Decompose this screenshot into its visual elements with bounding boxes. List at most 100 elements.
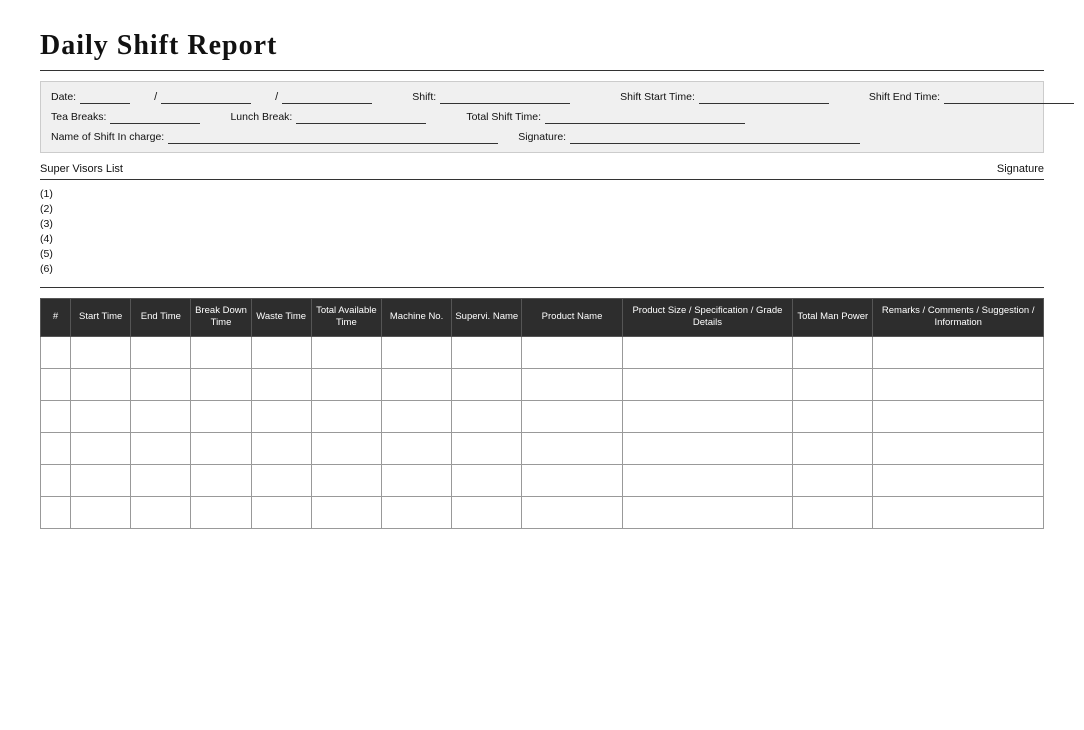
table-cell-r5-c0[interactable] (41, 496, 71, 528)
table-cell-r2-c1[interactable] (71, 400, 131, 432)
table-cell-r5-c9[interactable] (622, 496, 793, 528)
table-cell-r5-c10[interactable] (793, 496, 873, 528)
table-cell-r3-c3[interactable] (191, 432, 251, 464)
col-header-spec: Product Size / Specification / Grade Det… (622, 299, 793, 337)
table-cell-r2-c10[interactable] (793, 400, 873, 432)
table-cell-r3-c7[interactable] (452, 432, 522, 464)
table-cell-r1-c8[interactable] (522, 368, 622, 400)
col-header-product: Product Name (522, 299, 622, 337)
table-cell-r2-c7[interactable] (452, 400, 522, 432)
table-cell-r0-c4[interactable] (251, 336, 311, 368)
table-cell-r3-c1[interactable] (71, 432, 131, 464)
supervisors-list-label: Super Visors List (40, 163, 123, 175)
shift-start-value[interactable] (699, 90, 829, 104)
table-cell-r2-c2[interactable] (131, 400, 191, 432)
shift-value[interactable] (440, 90, 570, 104)
table-cell-r1-c0[interactable] (41, 368, 71, 400)
table-cell-r2-c11[interactable] (873, 400, 1044, 432)
title-divider (40, 70, 1044, 71)
table-cell-r0-c2[interactable] (131, 336, 191, 368)
table-cell-r3-c0[interactable] (41, 432, 71, 464)
date-year[interactable] (282, 90, 372, 104)
table-cell-r1-c5[interactable] (311, 368, 381, 400)
date-day[interactable] (161, 90, 251, 104)
table-cell-r3-c8[interactable] (522, 432, 622, 464)
table-cell-r5-c7[interactable] (452, 496, 522, 528)
shift-end-value[interactable] (944, 90, 1074, 104)
table-cell-r5-c5[interactable] (311, 496, 381, 528)
table-cell-r3-c9[interactable] (622, 432, 793, 464)
table-cell-r0-c7[interactable] (452, 336, 522, 368)
table-cell-r4-c11[interactable] (873, 464, 1044, 496)
page-title: Daily Shift Report (40, 30, 1044, 62)
lunch-break-value[interactable] (296, 110, 426, 124)
supervisor-1: (1) (40, 188, 1044, 200)
table-cell-r4-c9[interactable] (622, 464, 793, 496)
table-cell-r1-c6[interactable] (381, 368, 451, 400)
table-cell-r3-c4[interactable] (251, 432, 311, 464)
table-cell-r2-c0[interactable] (41, 400, 71, 432)
table-cell-r1-c10[interactable] (793, 368, 873, 400)
col-header-breakdown: Break Down Time (191, 299, 251, 337)
table-cell-r2-c5[interactable] (311, 400, 381, 432)
name-value[interactable] (168, 130, 498, 144)
table-cell-r1-c2[interactable] (131, 368, 191, 400)
table-cell-r4-c2[interactable] (131, 464, 191, 496)
table-cell-r5-c3[interactable] (191, 496, 251, 528)
table-cell-r2-c8[interactable] (522, 400, 622, 432)
table-cell-r4-c8[interactable] (522, 464, 622, 496)
lunch-break-label: Lunch Break: (230, 111, 292, 123)
table-cell-r3-c5[interactable] (311, 432, 381, 464)
table-cell-r1-c11[interactable] (873, 368, 1044, 400)
table-cell-r0-c9[interactable] (622, 336, 793, 368)
table-cell-r4-c6[interactable] (381, 464, 451, 496)
supervisor-3: (3) (40, 218, 1044, 230)
table-cell-r3-c10[interactable] (793, 432, 873, 464)
supervisor-2: (2) (40, 203, 1044, 215)
table-cell-r3-c11[interactable] (873, 432, 1044, 464)
col-header-machine: Machine No. (381, 299, 451, 337)
table-cell-r4-c4[interactable] (251, 464, 311, 496)
table-cell-r0-c0[interactable] (41, 336, 71, 368)
shift-start-label: Shift Start Time: (620, 91, 695, 103)
table-cell-r0-c5[interactable] (311, 336, 381, 368)
table-cell-r2-c6[interactable] (381, 400, 451, 432)
table-cell-r5-c11[interactable] (873, 496, 1044, 528)
table-cell-r4-c3[interactable] (191, 464, 251, 496)
table-cell-r0-c11[interactable] (873, 336, 1044, 368)
table-cell-r0-c8[interactable] (522, 336, 622, 368)
table-cell-r5-c4[interactable] (251, 496, 311, 528)
table-cell-r4-c5[interactable] (311, 464, 381, 496)
table-cell-r4-c7[interactable] (452, 464, 522, 496)
date-month[interactable] (80, 90, 130, 104)
table-cell-r5-c8[interactable] (522, 496, 622, 528)
table-cell-r3-c6[interactable] (381, 432, 451, 464)
header-section: Date: / / Shift: Shift Start Time: Shift… (40, 81, 1044, 153)
table-cell-r0-c1[interactable] (71, 336, 131, 368)
table-cell-r1-c1[interactable] (71, 368, 131, 400)
col-header-manpower: Total Man Power (793, 299, 873, 337)
table-cell-r1-c3[interactable] (191, 368, 251, 400)
supervisors-signature-label: Signature (997, 163, 1044, 175)
table-cell-r3-c2[interactable] (131, 432, 191, 464)
table-cell-r0-c6[interactable] (381, 336, 451, 368)
table-cell-r2-c9[interactable] (622, 400, 793, 432)
tea-breaks-value[interactable] (110, 110, 200, 124)
table-cell-r2-c3[interactable] (191, 400, 251, 432)
table-cell-r4-c0[interactable] (41, 464, 71, 496)
report-table: # Start Time End Time Break Down Time Wa… (40, 298, 1044, 529)
table-cell-r4-c10[interactable] (793, 464, 873, 496)
total-shift-value[interactable] (545, 110, 745, 124)
table-cell-r5-c1[interactable] (71, 496, 131, 528)
table-cell-r5-c2[interactable] (131, 496, 191, 528)
table-cell-r1-c7[interactable] (452, 368, 522, 400)
name-label: Name of Shift In charge: (51, 131, 164, 143)
table-cell-r0-c10[interactable] (793, 336, 873, 368)
signature-value[interactable] (570, 130, 860, 144)
table-cell-r2-c4[interactable] (251, 400, 311, 432)
table-cell-r5-c6[interactable] (381, 496, 451, 528)
table-cell-r4-c1[interactable] (71, 464, 131, 496)
table-cell-r1-c9[interactable] (622, 368, 793, 400)
table-cell-r1-c4[interactable] (251, 368, 311, 400)
table-cell-r0-c3[interactable] (191, 336, 251, 368)
